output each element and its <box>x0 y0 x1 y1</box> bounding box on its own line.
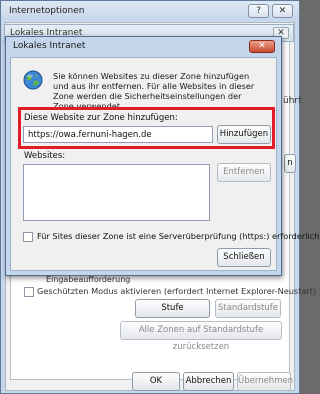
ok-button[interactable]: OK <box>132 372 180 391</box>
clipped-prompt-text: Eingabeaufforderung <box>46 275 131 284</box>
dialog-title: Lokales Intranet <box>13 41 86 51</box>
zone-info-text: Sie können Websites zu dieser Zone hinzu… <box>53 71 255 111</box>
close-dialog-button[interactable]: Schließen <box>217 248 271 267</box>
websites-label: Websites: <box>24 151 66 161</box>
highlight-box <box>18 107 275 149</box>
remove-button[interactable]: Entfernen <box>217 163 271 182</box>
https-required-label: Für Sites dieser Zone ist eine Serverübe… <box>37 231 320 241</box>
custom-level-button[interactable]: Stufe anpassen... <box>135 299 210 330</box>
websites-list[interactable] <box>23 164 210 221</box>
dialog-body: Sie können Websites zu dieser Zone hinzu… <box>10 57 319 271</box>
default-level-button[interactable]: Standardstufe <box>215 299 281 318</box>
protected-mode-label: Geschützten Modus aktivieren (erfordert … <box>37 286 317 296</box>
local-intranet-sites-dialog: Lokales Intranet ✕ Sie können Websites z… <box>5 36 319 276</box>
help-button[interactable]: ? <box>248 4 269 18</box>
reset-all-zones-button[interactable]: Alle Zonen auf Standardstufe zurücksetze… <box>120 321 282 352</box>
clipped-text: ührt <box>283 96 302 106</box>
dialog-close-button[interactable]: ✕ <box>249 40 275 53</box>
intranet-globe-icon <box>23 70 43 90</box>
protected-mode-checkbox[interactable] <box>24 287 34 297</box>
clipped-button[interactable]: n <box>284 154 296 173</box>
cancel-button[interactable]: Abbrechen <box>183 372 234 391</box>
https-required-checkbox[interactable] <box>23 232 33 242</box>
window-close-button[interactable]: ✕ <box>272 4 293 18</box>
apply-button[interactable]: Übernehmen <box>237 372 293 391</box>
